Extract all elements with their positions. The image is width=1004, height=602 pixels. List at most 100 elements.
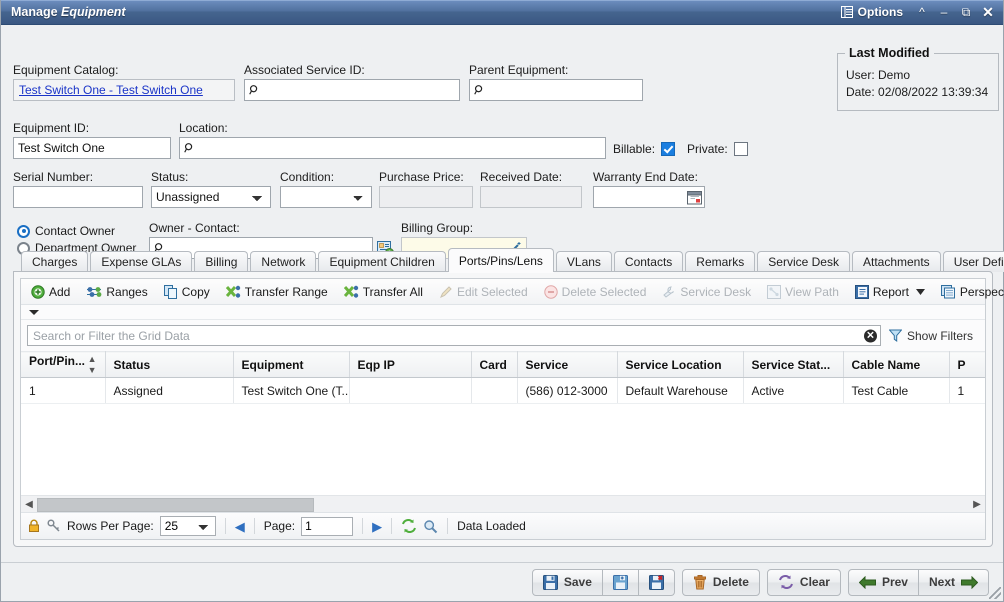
titlebar-controls: Options ^ – ⧉ ✕ xyxy=(837,2,999,22)
chevron-down-icon[interactable] xyxy=(916,289,925,295)
equipment-catalog-link[interactable]: Test Switch One - Test Switch One xyxy=(19,83,203,97)
cell-service-location: Default Warehouse xyxy=(617,378,743,404)
copy-button[interactable]: Copy xyxy=(158,283,216,301)
restore-button[interactable]: ⧉ xyxy=(955,2,977,22)
key-icon[interactable] xyxy=(47,519,61,533)
cell-service-status: Active xyxy=(743,378,843,404)
cell-eqp-ip xyxy=(349,378,471,404)
equipment-catalog-field[interactable]: Test Switch One - Test Switch One xyxy=(13,79,235,101)
tab-label: Equipment Children xyxy=(329,255,434,269)
associated-service-input[interactable] xyxy=(244,79,460,101)
tab-vlans[interactable]: VLans xyxy=(556,251,612,272)
status-group: Status: Unassigned xyxy=(151,170,271,208)
contact-owner-option[interactable]: Contact Owner xyxy=(17,224,136,238)
status-select[interactable]: Unassigned xyxy=(151,186,271,208)
clear-search-icon[interactable]: ✕ xyxy=(864,329,877,342)
scroll-left-arrow-icon[interactable]: ◀ xyxy=(21,496,37,512)
prev-page-button[interactable]: ◀ xyxy=(235,520,245,533)
close-button[interactable]: ✕ xyxy=(977,2,999,22)
equipment-id-input[interactable] xyxy=(13,137,171,159)
report-button[interactable]: Report xyxy=(849,283,931,301)
prev-button[interactable]: Prev xyxy=(848,569,919,596)
rows-per-page-select[interactable]: 25 xyxy=(160,516,216,536)
edit-selected-button[interactable]: Edit Selected xyxy=(433,283,534,301)
column-header-port-pin[interactable]: ▲▼Port/Pin... xyxy=(21,352,105,378)
report-label: Report xyxy=(873,285,909,299)
tab-remarks[interactable]: Remarks xyxy=(685,251,755,272)
delete-button[interactable]: Delete xyxy=(682,569,760,596)
location-group: Location: xyxy=(179,121,606,159)
scroll-thumb[interactable] xyxy=(37,498,314,512)
ranges-button[interactable]: Ranges xyxy=(80,283,153,301)
toolbar-expand-caret-icon[interactable] xyxy=(29,310,39,315)
next-button[interactable]: Next xyxy=(919,569,989,596)
scroll-right-arrow-icon[interactable]: ▶ xyxy=(969,496,985,512)
tab-ports-pins-lens[interactable]: Ports/Pins/Lens xyxy=(448,248,554,272)
column-header-service-status[interactable]: Service Stat... xyxy=(743,352,843,378)
refresh-icon[interactable] xyxy=(401,519,417,533)
column-header-status[interactable]: Status xyxy=(105,352,233,378)
delete-selected-button[interactable]: Delete Selected xyxy=(538,283,653,301)
minimize-button[interactable]: – xyxy=(933,2,955,22)
clear-button[interactable]: Clear xyxy=(767,569,841,596)
save-close-button[interactable] xyxy=(639,569,675,596)
purchase-price-input[interactable] xyxy=(379,186,473,208)
column-header-eqp-ip[interactable]: Eqp IP xyxy=(349,352,471,378)
save-button[interactable]: Save xyxy=(532,569,603,596)
rows-per-page-label: Rows Per Page: xyxy=(67,519,154,533)
tab-network[interactable]: Network xyxy=(250,251,316,272)
tab-service-desk[interactable]: Service Desk xyxy=(757,251,850,272)
tab-expense-glas[interactable]: Expense GLAs xyxy=(90,251,192,272)
collapse-button[interactable]: ^ xyxy=(911,2,933,22)
show-filters-button[interactable]: Show Filters xyxy=(889,329,979,343)
delete-label: Delete xyxy=(713,575,749,589)
grid-scroll-area[interactable]: ▲▼Port/Pin... Status Equipment Eqp IP Ca… xyxy=(21,351,985,495)
tab-user-defined-fields[interactable]: User Defined Fields xyxy=(943,251,1004,272)
tab-charges[interactable]: Charges xyxy=(21,251,88,272)
column-header-service[interactable]: Service xyxy=(517,352,617,378)
grid-horizontal-scrollbar[interactable]: ◀ ▶ xyxy=(21,495,985,512)
parent-equipment-input[interactable] xyxy=(469,79,643,101)
transfer-range-button[interactable]: Transfer Range xyxy=(220,283,334,301)
column-header-equipment[interactable]: Equipment xyxy=(233,352,349,378)
window-title: Manage Equipment xyxy=(1,5,126,19)
next-page-button[interactable]: ▶ xyxy=(372,520,382,533)
save-new-button[interactable] xyxy=(603,569,639,596)
received-date-label: Received Date: xyxy=(480,170,582,184)
transfer-all-button[interactable]: Transfer All xyxy=(338,283,429,301)
location-input[interactable] xyxy=(179,137,606,159)
billable-checkbox[interactable] xyxy=(661,142,675,156)
arrow-left-icon xyxy=(859,576,876,589)
column-header-service-location[interactable]: Service Location xyxy=(617,352,743,378)
contact-owner-radio[interactable] xyxy=(17,225,30,238)
page-number-input[interactable] xyxy=(301,517,353,536)
add-button[interactable]: Add xyxy=(25,283,76,301)
table-row[interactable]: 1 Assigned Test Switch One (T... (586) 0… xyxy=(21,378,985,404)
toolbar-expand-row xyxy=(21,305,985,320)
condition-select[interactable] xyxy=(280,186,372,208)
column-header-card[interactable]: Card xyxy=(471,352,517,378)
service-desk-button[interactable]: Service Desk xyxy=(656,283,757,301)
scroll-track[interactable] xyxy=(37,497,969,511)
tab-label: Remarks xyxy=(696,255,744,269)
perspectives-button[interactable]: Perspectives xyxy=(935,283,1004,301)
last-modified-date: Date: 02/08/2022 13:39:34 xyxy=(838,85,998,99)
view-path-button[interactable]: View Path xyxy=(761,283,845,301)
tab-equipment-children[interactable]: Equipment Children xyxy=(318,251,445,272)
cell-card xyxy=(471,378,517,404)
private-checkbox[interactable] xyxy=(734,142,748,156)
cell-port-pin: 1 xyxy=(21,378,105,404)
column-header-cable-name[interactable]: Cable Name xyxy=(843,352,949,378)
column-header-p[interactable]: P xyxy=(949,352,985,378)
grid-search-input[interactable] xyxy=(27,325,881,346)
window-resize-grip[interactable] xyxy=(989,587,1001,599)
magnifier-icon[interactable] xyxy=(423,519,438,534)
serial-number-input[interactable] xyxy=(13,186,143,208)
tab-contacts[interactable]: Contacts xyxy=(614,251,683,272)
tab-attachments[interactable]: Attachments xyxy=(852,251,941,272)
lock-icon[interactable] xyxy=(27,519,41,533)
tab-billing[interactable]: Billing xyxy=(194,251,248,272)
received-date-input[interactable] xyxy=(480,186,582,208)
options-button[interactable]: Options xyxy=(837,3,911,21)
calendar-icon[interactable] xyxy=(687,190,702,205)
